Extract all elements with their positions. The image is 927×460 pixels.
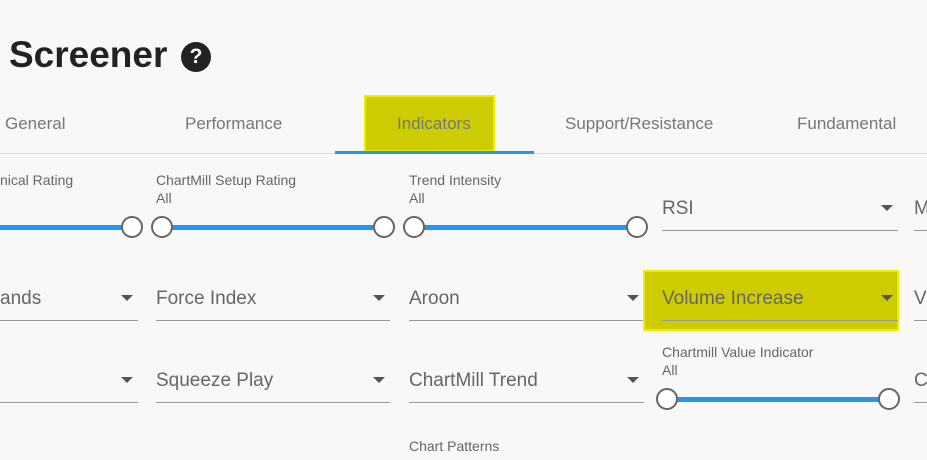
chart-patterns-label: Chart Patterns: [409, 438, 500, 454]
col5-row2-select-value: V: [914, 288, 927, 309]
setup-rating-track[interactable]: [162, 225, 384, 230]
tab-fundamental[interactable]: Fundamental: [797, 104, 896, 144]
value-indicator-value: All: [662, 362, 678, 378]
rsi-select-value: RSI: [662, 198, 694, 219]
setup-rating-label: ChartMill Setup Rating: [156, 172, 297, 188]
bands-select[interactable]: ands: [0, 280, 138, 321]
col5-row3-select-value: C: [914, 370, 927, 391]
trend-intensity-track[interactable]: [414, 225, 637, 230]
volume-increase-select-value: Volume Increase: [662, 288, 804, 309]
tab-indicators[interactable]: Indicators: [397, 104, 471, 144]
chevron-down-icon: [881, 295, 893, 301]
technical-rating-max-thumb[interactable]: [121, 216, 143, 238]
trend-intensity-label: Trend Intensity: [409, 172, 502, 188]
setup-rating-value: All: [156, 190, 172, 206]
value-indicator-label: Chartmill Value Indicator: [662, 344, 814, 360]
aroon-select-value: Aroon: [409, 288, 460, 309]
help-icon[interactable]: ?: [181, 42, 211, 72]
technical-rating-label: nical Rating: [0, 172, 74, 188]
col5-row3-select[interactable]: C: [914, 362, 927, 403]
chevron-down-icon: [627, 377, 639, 383]
squeeze-play-select[interactable]: Squeeze Play: [156, 362, 390, 403]
trend-intensity-max-thumb[interactable]: [626, 216, 648, 238]
rsi-select[interactable]: RSI: [662, 190, 898, 231]
page-title: Screener: [9, 34, 168, 75]
col1-row3-select[interactable]: [0, 362, 138, 403]
chevron-down-icon: [373, 377, 385, 383]
chevron-down-icon: [373, 295, 385, 301]
tab-general[interactable]: General: [5, 104, 65, 144]
chartmill-trend-select[interactable]: ChartMill Trend: [409, 362, 644, 403]
tab-support-resistance[interactable]: Support/Resistance: [565, 104, 713, 144]
chevron-down-icon: [121, 377, 133, 383]
value-indicator-min-thumb[interactable]: [656, 388, 678, 410]
value-indicator-max-thumb[interactable]: [878, 388, 900, 410]
force-index-select[interactable]: Force Index: [156, 280, 390, 321]
force-index-select-value: Force Index: [156, 288, 257, 309]
setup-rating-min-thumb[interactable]: [151, 216, 173, 238]
technical-rating-track[interactable]: [0, 225, 132, 230]
value-indicator-track[interactable]: [667, 397, 889, 402]
squeeze-play-select-value: Squeeze Play: [156, 370, 274, 391]
trend-intensity-value: All: [409, 190, 425, 206]
volume-increase-select[interactable]: Volume Increase: [662, 280, 898, 321]
setup-rating-max-thumb[interactable]: [373, 216, 395, 238]
chevron-down-icon: [881, 205, 893, 211]
active-tab-indicator: [335, 151, 534, 154]
col5-row2-select[interactable]: V: [914, 280, 927, 321]
chevron-down-icon: [627, 295, 639, 301]
chartmill-trend-select-value: ChartMill Trend: [409, 370, 538, 391]
aroon-select[interactable]: Aroon: [409, 280, 644, 321]
tab-performance[interactable]: Performance: [185, 104, 282, 144]
trend-intensity-min-thumb[interactable]: [403, 216, 425, 238]
bands-select-value: ands: [0, 288, 42, 309]
col5-row1-select-value: M: [914, 198, 927, 219]
chevron-down-icon: [121, 295, 133, 301]
col5-row1-select[interactable]: M: [914, 190, 927, 231]
